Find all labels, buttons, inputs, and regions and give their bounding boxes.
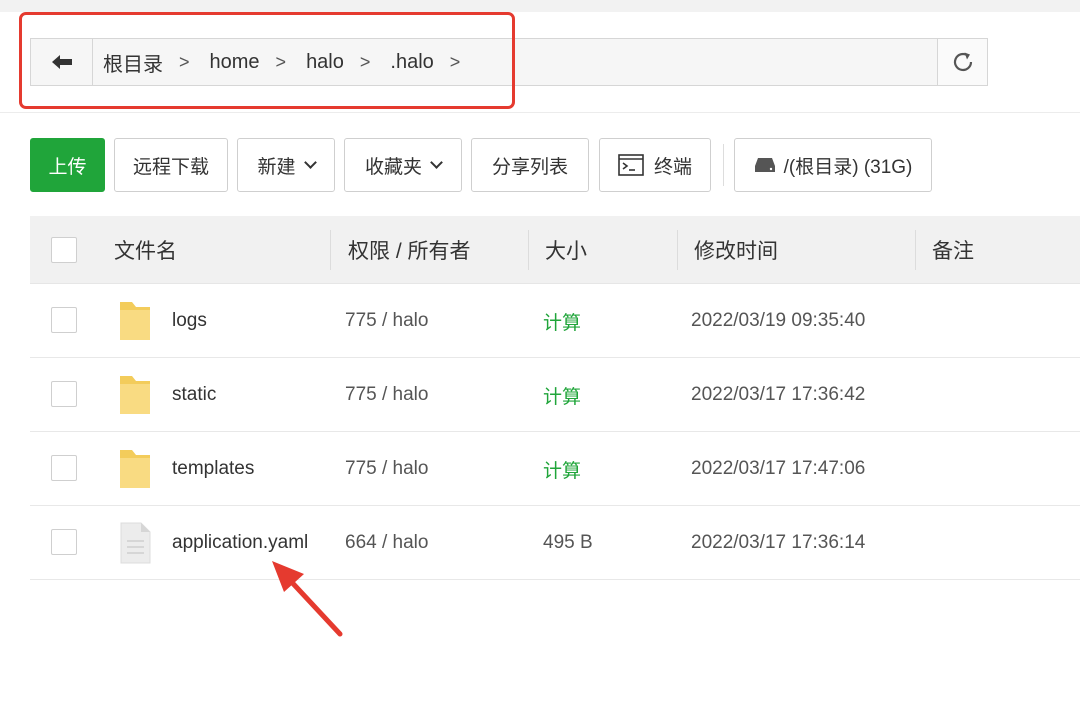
chevron-right-icon: > [179, 51, 190, 72]
table-row[interactable]: logs 775 / halo 计算 2022/03/19 09:35:40 [30, 284, 1080, 358]
table-row[interactable]: static 775 / halo 计算 2022/03/17 17:36:42 [30, 358, 1080, 432]
file-mtime: 2022/03/17 17:47:06 [691, 458, 866, 479]
file-icon [120, 522, 151, 564]
column-header-name[interactable]: 文件名 [114, 216, 177, 284]
upload-label: 上传 [48, 156, 87, 178]
column-header-size[interactable]: 大小 [545, 216, 587, 284]
column-divider [528, 230, 529, 270]
table-header: 文件名 权限 / 所有者 大小 修改时间 备注 [30, 216, 1080, 284]
remote-download-button[interactable]: 远程下载 [114, 138, 228, 192]
file-mtime: 2022/03/19 09:35:40 [691, 310, 866, 331]
divider [0, 112, 1080, 113]
favorites-label: 收藏夹 [364, 156, 422, 178]
chevron-right-icon: > [359, 51, 371, 72]
toolbar-divider [723, 144, 724, 186]
file-size[interactable]: 计算 [543, 432, 581, 506]
file-name[interactable]: static [172, 358, 216, 432]
remote-download-label: 远程下载 [132, 156, 209, 178]
share-list-button[interactable]: 分享列表 [471, 138, 589, 192]
terminal-button[interactable]: 终端 [599, 138, 711, 192]
folder-icon [120, 450, 150, 488]
file-permission[interactable]: 775 / halo [345, 284, 428, 358]
file-name[interactable]: logs [172, 284, 207, 358]
top-strip [0, 0, 1080, 12]
share-list-label: 分享列表 [491, 156, 568, 178]
terminal-icon [618, 154, 644, 176]
file-name[interactable]: application.yaml [172, 506, 308, 580]
refresh-icon [953, 52, 972, 72]
file-mtime: 2022/03/17 17:36:42 [691, 384, 866, 405]
row-checkbox[interactable] [51, 455, 77, 481]
column-divider [330, 230, 331, 270]
chevron-down-icon [430, 156, 443, 169]
row-checkbox[interactable] [51, 529, 77, 555]
breadcrumb-item-halo[interactable]: halo [306, 51, 344, 74]
breadcrumb-item-root[interactable]: 根目录 [103, 48, 163, 77]
new-dropdown-button[interactable]: 新建 [237, 138, 335, 192]
breadcrumb: 根目录 > home > halo > .halo > [93, 39, 937, 85]
disk-button[interactable]: /(根目录) (31G) [734, 138, 932, 192]
breadcrumb-item-home[interactable]: home [210, 51, 260, 74]
favorites-dropdown-button[interactable]: 收藏夹 [344, 138, 462, 192]
chevron-right-icon: > [449, 51, 461, 72]
table-row[interactable]: templates 775 / halo 计算 2022/03/17 17:47… [30, 432, 1080, 506]
file-size[interactable]: 计算 [543, 358, 581, 432]
file-mtime: 2022/03/17 17:36:14 [691, 532, 866, 553]
file-size[interactable]: 计算 [543, 284, 581, 358]
column-header-note[interactable]: 备注 [932, 216, 974, 284]
new-label: 新建 [257, 156, 296, 178]
file-permission[interactable]: 775 / halo [345, 432, 428, 506]
column-divider [677, 230, 678, 270]
table-row[interactable]: application.yaml 664 / halo 495 B 2022/0… [30, 506, 1080, 580]
hard-disk-icon [754, 158, 775, 172]
arrow-left-icon [51, 55, 72, 69]
terminal-label: 终端 [653, 156, 692, 178]
row-checkbox[interactable] [51, 381, 77, 407]
chevron-right-icon: > [275, 51, 287, 72]
row-checkbox[interactable] [51, 307, 77, 333]
refresh-button[interactable] [937, 39, 987, 85]
file-permission[interactable]: 664 / halo [345, 506, 428, 580]
upload-button[interactable]: 上传 [30, 138, 105, 192]
disk-label: /(根目录) (31G) [783, 156, 913, 178]
file-name[interactable]: templates [172, 432, 254, 506]
chevron-down-icon [303, 156, 317, 169]
file-size: 495 B [543, 532, 593, 553]
column-header-modified[interactable]: 修改时间 [694, 216, 778, 284]
select-all-checkbox[interactable] [51, 237, 77, 263]
column-divider [915, 230, 916, 270]
breadcrumb-item-dot-halo[interactable]: .halo [390, 51, 433, 74]
file-permission[interactable]: 775 / halo [345, 358, 428, 432]
folder-icon [120, 376, 150, 414]
back-button[interactable] [31, 39, 93, 85]
folder-icon [120, 302, 150, 340]
path-bar: 根目录 > home > halo > .halo > [30, 38, 988, 86]
column-header-permission[interactable]: 权限 / 所有者 [348, 216, 471, 284]
